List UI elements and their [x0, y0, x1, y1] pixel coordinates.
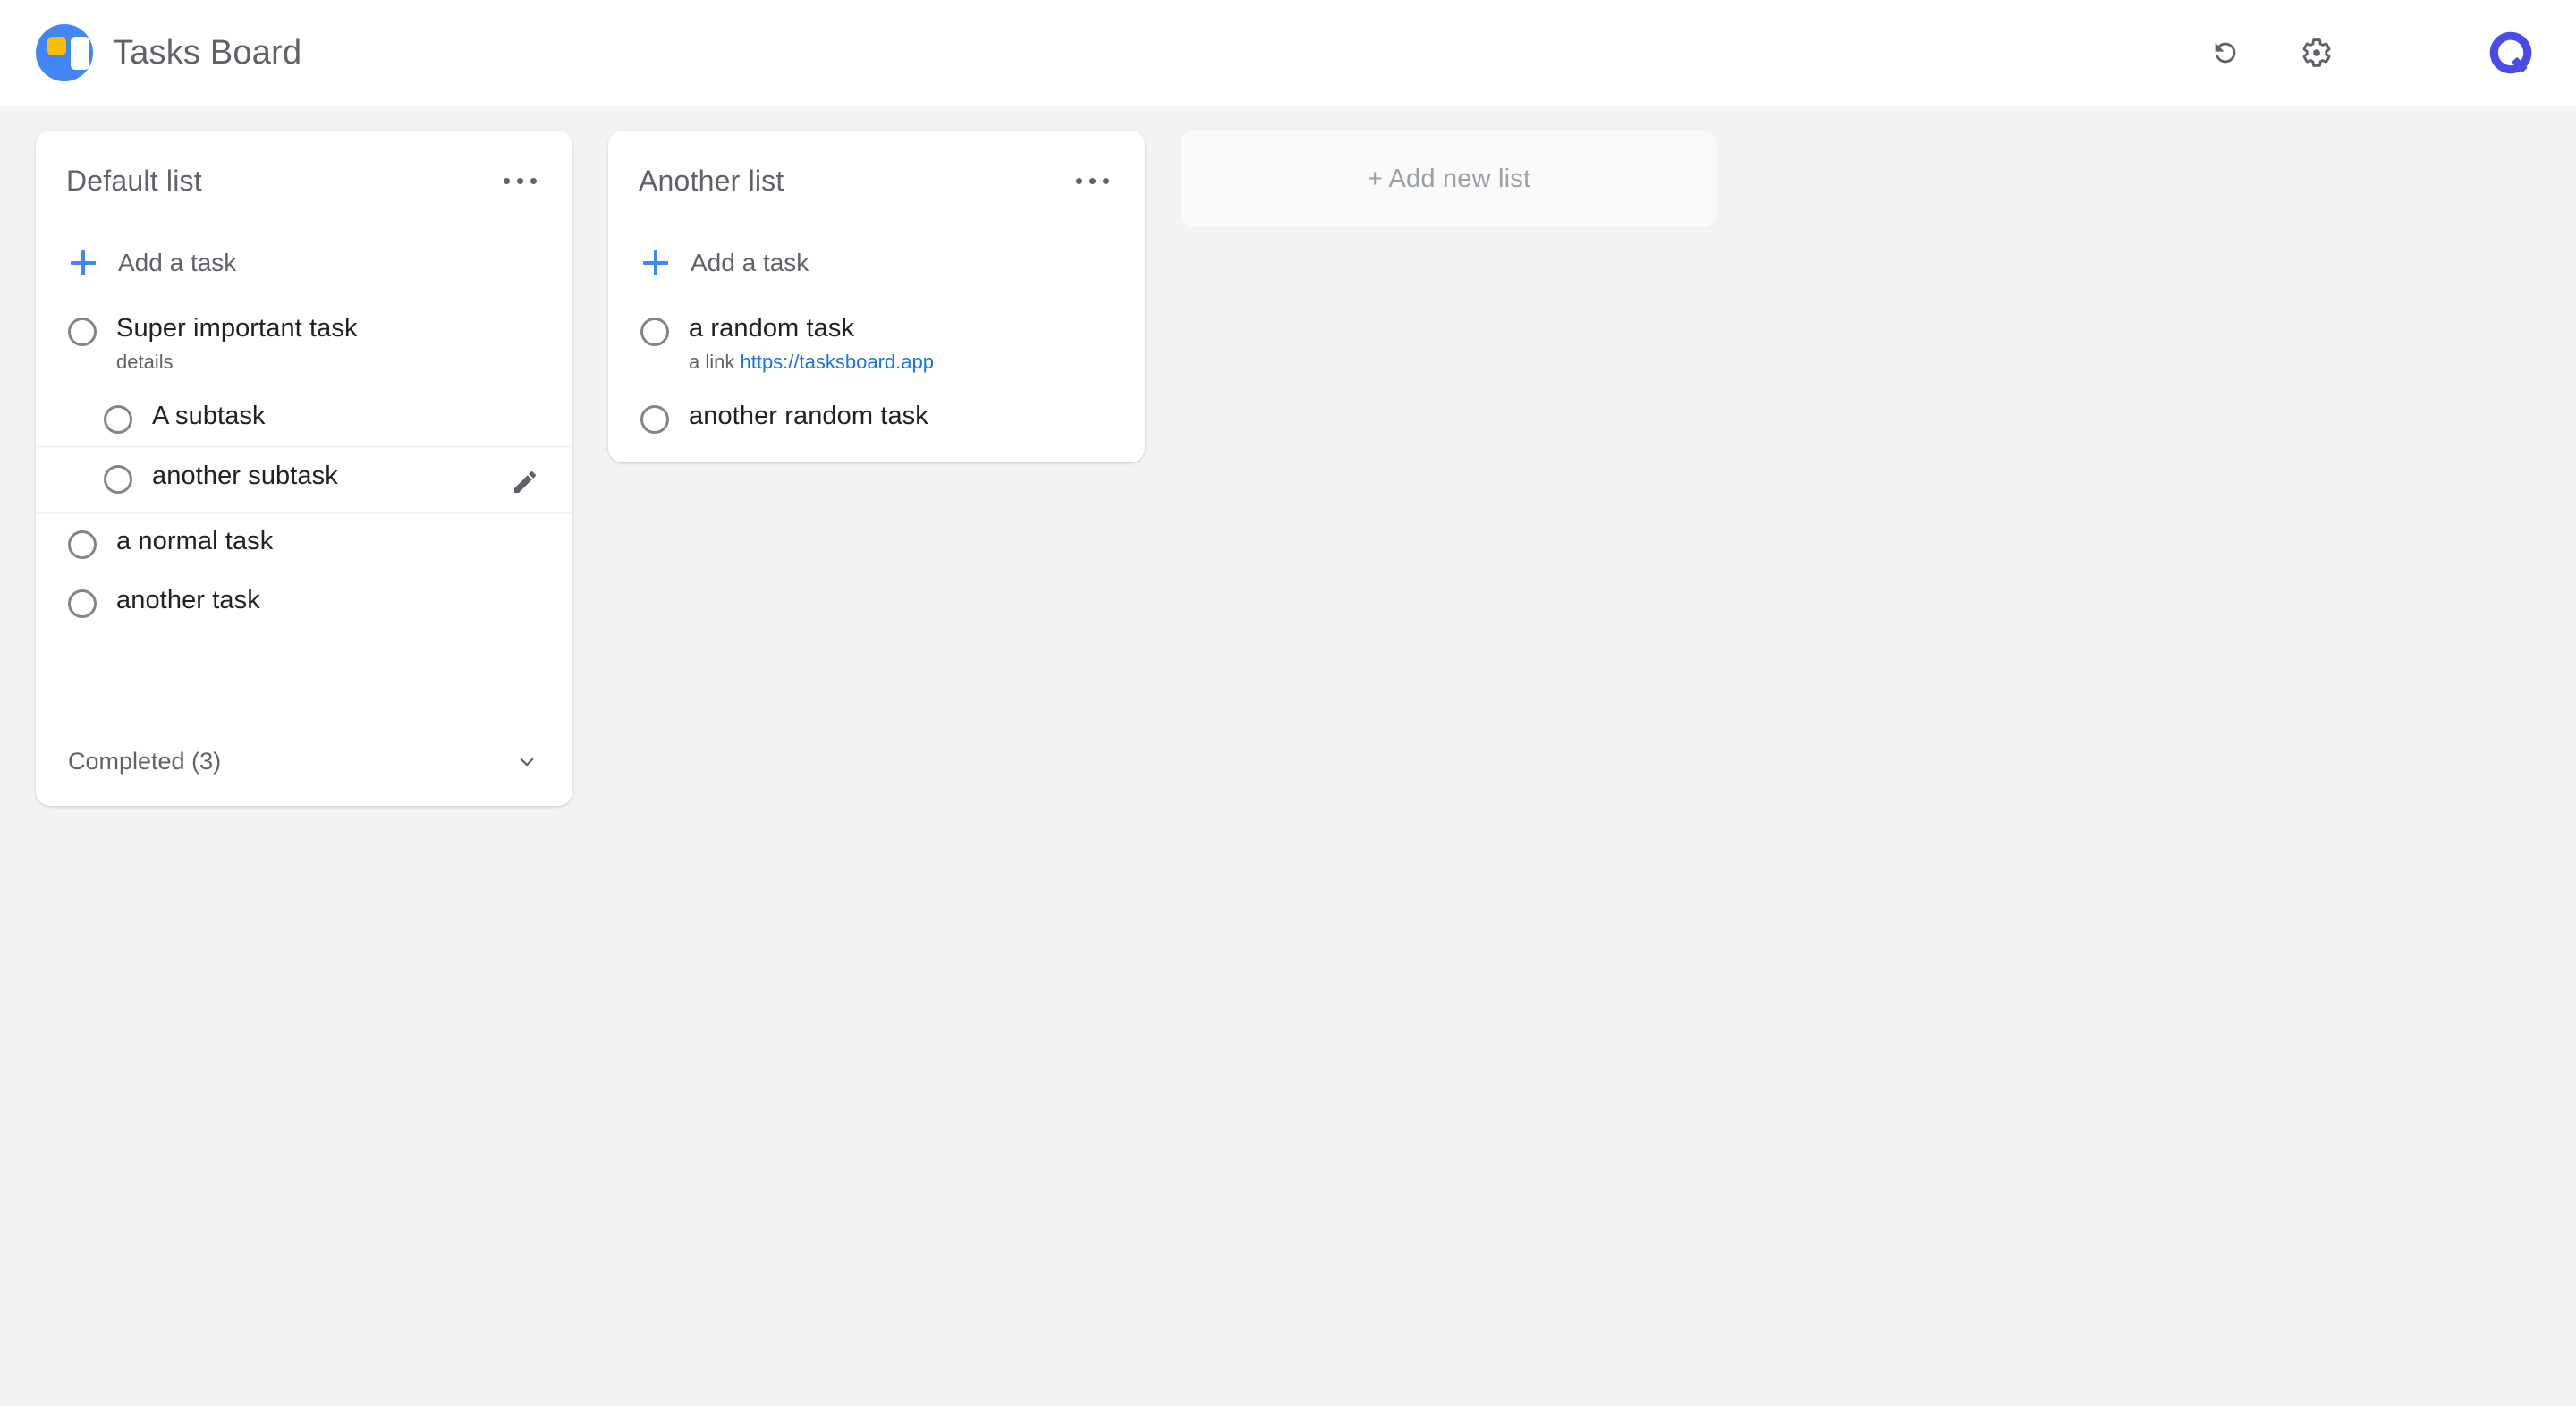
more-options-icon-dot — [504, 178, 510, 184]
brand: Tasks Board — [36, 24, 301, 81]
task-detail: a link https://tasksboard.app — [689, 350, 934, 375]
task-checkbox[interactable] — [640, 318, 669, 346]
pencil-icon — [514, 470, 537, 493]
task-title: A subtask — [152, 401, 266, 430]
plus-icon — [640, 248, 671, 278]
list-header: Another list — [608, 131, 1145, 198]
task-list: a random task a link https://tasksboard.… — [608, 291, 1145, 446]
task-detail: details — [116, 351, 174, 374]
edit-task-button[interactable] — [508, 465, 542, 499]
more-options-icon-dot — [1076, 178, 1082, 184]
plus-icon — [68, 248, 98, 278]
completed-label: Completed (3) — [68, 748, 222, 775]
task-content: another random task — [689, 400, 928, 432]
task-detail-link[interactable]: https://tasksboard.app — [740, 351, 933, 373]
list-more-options-button[interactable] — [498, 169, 542, 193]
task-title: a random task — [689, 314, 855, 343]
task-checkbox[interactable] — [104, 464, 132, 494]
more-options-icon-dot — [1103, 178, 1109, 184]
task-checkbox[interactable] — [104, 404, 132, 434]
task-row[interactable]: A subtask — [36, 387, 572, 446]
chevron-down-icon — [512, 747, 542, 777]
task-title: another subtask — [152, 461, 338, 490]
task-title: Super important task — [116, 314, 358, 343]
task-content: another task — [116, 584, 260, 616]
board: Default list Add a task Super important … — [0, 106, 2576, 831]
task-row[interactable]: another random task — [608, 387, 1145, 446]
task-content: Super important task details — [116, 312, 358, 375]
gear-icon — [2302, 38, 2331, 67]
add-task-button[interactable]: Add a task — [36, 198, 572, 291]
task-title: another random task — [689, 401, 928, 430]
add-task-label: Add a task — [118, 249, 237, 276]
list-more-options-button[interactable] — [1071, 169, 1114, 193]
task-checkbox[interactable] — [68, 318, 97, 346]
add-new-list-button[interactable]: + Add new list — [1181, 131, 1717, 227]
list-title: Default list — [66, 165, 202, 197]
logo-yellow-square — [47, 37, 66, 55]
app-header: Tasks Board — [0, 0, 2576, 106]
list-header: Default list — [36, 131, 572, 198]
task-checkbox[interactable] — [68, 529, 97, 559]
refresh-icon — [2215, 42, 2236, 64]
more-options-icon-dot — [517, 178, 523, 184]
list-card-default-list: Default list Add a task Super important … — [36, 131, 572, 806]
q-circle-logo-icon — [2489, 31, 2532, 74]
task-checkbox[interactable] — [640, 404, 669, 434]
list-title: Another list — [639, 165, 784, 197]
list-card-another-list: Another list Add a task a random task a … — [608, 131, 1145, 462]
tasks-board-logo-icon — [36, 24, 93, 81]
add-task-button[interactable]: Add a task — [608, 198, 1145, 291]
task-content: a random task a link https://tasksboard.… — [689, 312, 934, 375]
refresh-button[interactable] — [2200, 28, 2250, 78]
brand-badge-button[interactable] — [2481, 23, 2540, 82]
task-row[interactable]: another subtask — [36, 445, 572, 512]
task-row[interactable]: a normal task — [36, 512, 572, 572]
task-checkbox[interactable] — [68, 589, 97, 618]
more-options-icon-dot — [1089, 178, 1096, 184]
task-content: a normal task — [116, 525, 273, 557]
task-content: A subtask — [152, 400, 266, 432]
task-row[interactable]: another task — [36, 572, 572, 631]
add-task-label: Add a task — [691, 249, 809, 276]
logo-white-rect — [71, 37, 89, 70]
task-detail-text: a link — [689, 351, 741, 374]
task-title: another task — [116, 585, 260, 614]
task-title: a normal task — [116, 526, 274, 555]
header-actions — [2200, 23, 2540, 82]
task-content: another subtask — [152, 460, 338, 492]
task-list: Super important task details A subtask a… — [36, 291, 572, 631]
task-row[interactable]: Super important task details — [36, 300, 572, 387]
more-options-icon-dot — [530, 178, 537, 184]
settings-button[interactable] — [2292, 28, 2342, 78]
page-title: Tasks Board — [113, 33, 302, 72]
task-row[interactable]: a random task a link https://tasksboard.… — [608, 300, 1145, 387]
completed-section-toggle[interactable]: Completed (3) — [36, 731, 572, 790]
